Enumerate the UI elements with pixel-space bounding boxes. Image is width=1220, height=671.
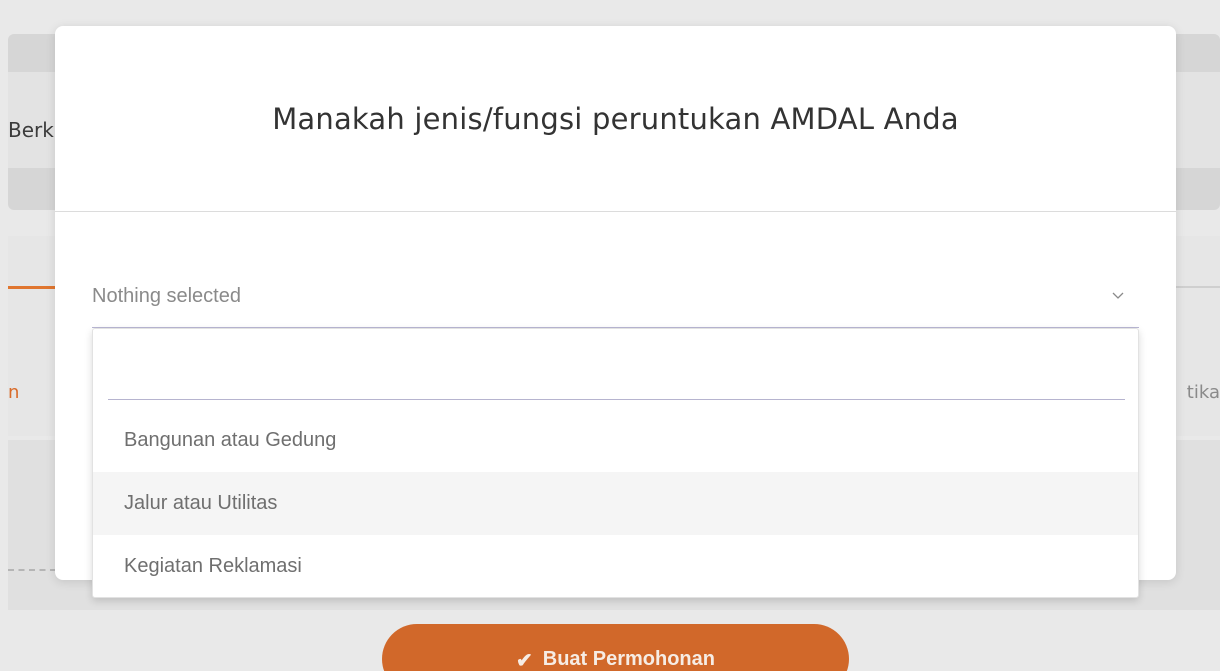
tab-left-label[interactable]: n <box>8 382 19 403</box>
option-bangunan-atau-gedung[interactable]: Bangunan atau Gedung <box>93 409 1138 472</box>
buat-permohonan-button[interactable]: ✔ Buat Permohonan <box>382 624 849 671</box>
chevron-down-icon <box>1112 292 1124 299</box>
modal-header: Manakah jenis/fungsi peruntukan AMDAL An… <box>55 26 1176 212</box>
option-jalur-atau-utilitas[interactable]: Jalur atau Utilitas <box>93 472 1138 535</box>
background-header-text: Berk <box>8 118 54 142</box>
tab-right-label[interactable]: tika <box>1187 382 1220 403</box>
active-tab-indicator <box>8 286 56 289</box>
option-kegiatan-reklamasi[interactable]: Kegiatan Reklamasi <box>93 535 1138 598</box>
dropdown-search-input[interactable] <box>108 343 1125 400</box>
check-icon: ✔ <box>515 650 533 671</box>
select-value: Nothing selected <box>92 285 241 307</box>
amdal-type-select[interactable]: Nothing selected <box>92 268 1139 328</box>
option-list: Bangunan atau Gedung Jalur atau Utilitas… <box>93 409 1138 598</box>
tab-divider <box>1176 286 1220 288</box>
modal-title: Manakah jenis/fungsi peruntukan AMDAL An… <box>272 102 959 136</box>
dashed-divider <box>8 569 56 571</box>
select-dropdown-menu: Bangunan atau Gedung Jalur atau Utilitas… <box>92 328 1139 598</box>
buat-permohonan-label: Buat Permohonan <box>542 648 715 670</box>
